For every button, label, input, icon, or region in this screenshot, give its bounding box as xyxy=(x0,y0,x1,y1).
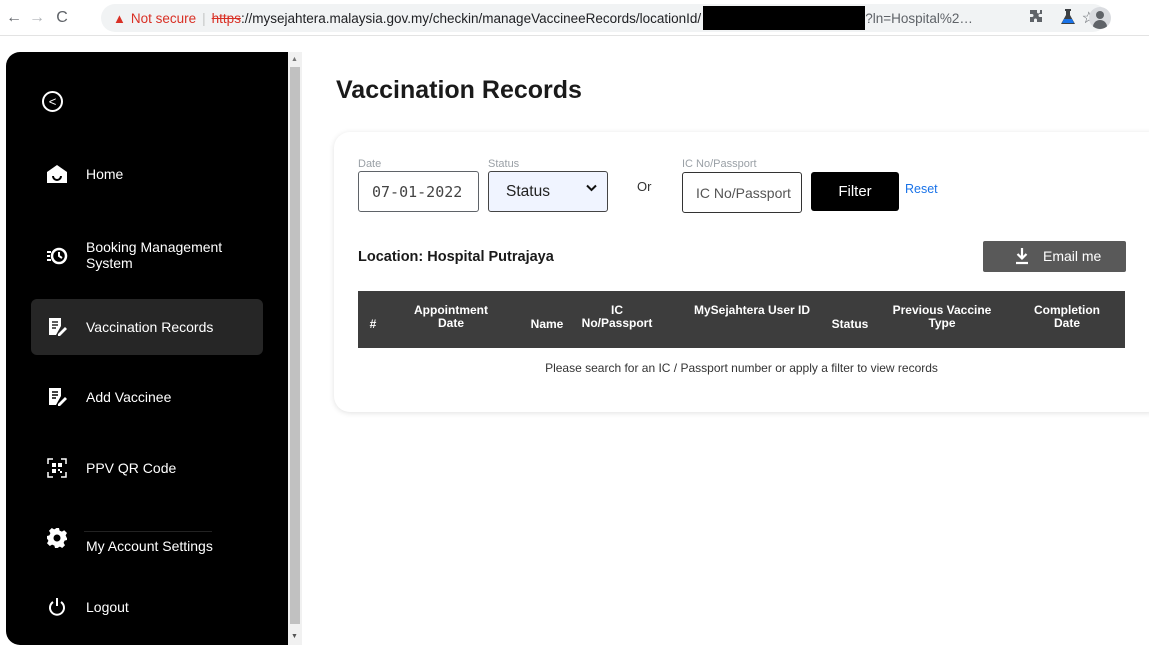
sidebar: < Home Booking Management System Vaccina… xyxy=(6,52,288,645)
column-header: Completion Date xyxy=(1034,303,1100,330)
url-scheme: https xyxy=(211,10,241,26)
column-header: # xyxy=(369,317,377,331)
booking-icon xyxy=(45,244,69,268)
records-icon xyxy=(45,315,69,339)
sidebar-item-vaccination-records[interactable]: Vaccination Records xyxy=(31,299,263,355)
power-icon xyxy=(45,595,69,619)
date-input[interactable]: 07-01-2022 xyxy=(358,171,479,212)
redaction-box xyxy=(703,6,866,30)
download-icon xyxy=(1016,248,1028,265)
column-header: Status xyxy=(831,317,869,331)
address-bar[interactable]: ▲ Not secure | https ://mysejahtera.mala… xyxy=(101,4,1107,32)
page-title: Vaccination Records xyxy=(336,76,582,104)
qr-code-icon xyxy=(45,456,69,480)
column-header: Name xyxy=(530,317,564,331)
sidebar-item-account-settings[interactable]: My Account Settings xyxy=(31,510,263,566)
sidebar-item-label: My Account Settings xyxy=(86,538,213,554)
location-label: Location: Hospital Putrajaya xyxy=(358,249,554,265)
status-select[interactable]: Status xyxy=(488,171,608,212)
labs-flask-icon[interactable] xyxy=(1060,8,1080,28)
extensions-puzzle-icon[interactable] xyxy=(1028,8,1048,28)
sidebar-item-label: PPV QR Code xyxy=(86,460,177,476)
sidebar-item-label: Logout xyxy=(86,599,129,615)
column-header: Appointment Date xyxy=(414,303,488,330)
scrollbar-thumb[interactable] xyxy=(290,67,300,624)
url-path: ://mysejahtera.malaysia.gov.my/checkin/m… xyxy=(240,10,702,26)
not-secure-label: Not secure xyxy=(130,10,197,26)
records-table-header: # Appointment Date Name IC No/Passport M… xyxy=(358,291,1125,348)
empty-table-message: Please search for an IC / Passport numbe… xyxy=(545,361,938,375)
sidebar-item-add-vaccinee[interactable]: Add Vaccinee xyxy=(31,369,263,425)
forward-arrow-icon[interactable]: → xyxy=(26,7,48,29)
records-card: Date 07-01-2022 Status Status Or IC No/P… xyxy=(334,132,1149,412)
email-me-button[interactable]: Email me xyxy=(983,241,1126,272)
date-label: Date xyxy=(358,158,382,170)
url-query: ?ln=Hospital%2… xyxy=(865,10,973,26)
add-vaccinee-icon xyxy=(45,385,69,409)
warning-icon: ▲ xyxy=(113,10,126,26)
sidebar-item-label: Add Vaccinee xyxy=(86,389,172,405)
scroll-up-arrow-icon[interactable]: ▲ xyxy=(291,56,298,63)
profile-avatar-icon[interactable] xyxy=(1089,7,1111,29)
sidebar-item-booking[interactable]: Booking Management System xyxy=(31,228,263,284)
scroll-down-arrow-icon[interactable]: ▼ xyxy=(291,633,298,640)
sidebar-item-label: Booking Management System xyxy=(86,239,223,271)
filter-button[interactable]: Filter xyxy=(811,172,899,211)
address-separator: | xyxy=(202,10,206,26)
chevron-down-icon xyxy=(586,183,597,195)
sidebar-item-home[interactable]: Home xyxy=(31,146,263,202)
column-header: MySejahtera User ID xyxy=(693,303,811,317)
email-me-label: Email me xyxy=(1043,248,1102,264)
collapse-sidebar-icon[interactable]: < xyxy=(42,91,63,112)
status-label: Status xyxy=(488,158,520,170)
back-arrow-icon[interactable]: ← xyxy=(3,7,25,29)
column-header: Previous Vaccine Type xyxy=(892,303,992,330)
home-icon xyxy=(45,162,69,186)
sidebar-item-logout[interactable]: Logout xyxy=(31,579,263,635)
ic-label: IC No/Passport xyxy=(682,158,757,170)
sidebar-scrollbar[interactable]: ▲ ▼ xyxy=(288,52,302,645)
or-separator: Or xyxy=(637,179,652,194)
status-select-value: Status xyxy=(506,182,550,200)
sidebar-item-label: Vaccination Records xyxy=(86,319,214,335)
reset-link[interactable]: Reset xyxy=(905,182,938,196)
browser-toolbar: ← → C ▲ Not secure | https ://mysejahter… xyxy=(0,0,1149,36)
column-header: IC No/Passport xyxy=(581,303,653,330)
sidebar-item-label: Home xyxy=(86,166,124,182)
sidebar-item-ppv-qr-code[interactable]: PPV QR Code xyxy=(31,440,263,496)
ic-passport-input[interactable]: IC No/Passport xyxy=(682,172,802,213)
reload-icon[interactable]: C xyxy=(51,7,73,29)
gear-icon xyxy=(45,526,69,550)
